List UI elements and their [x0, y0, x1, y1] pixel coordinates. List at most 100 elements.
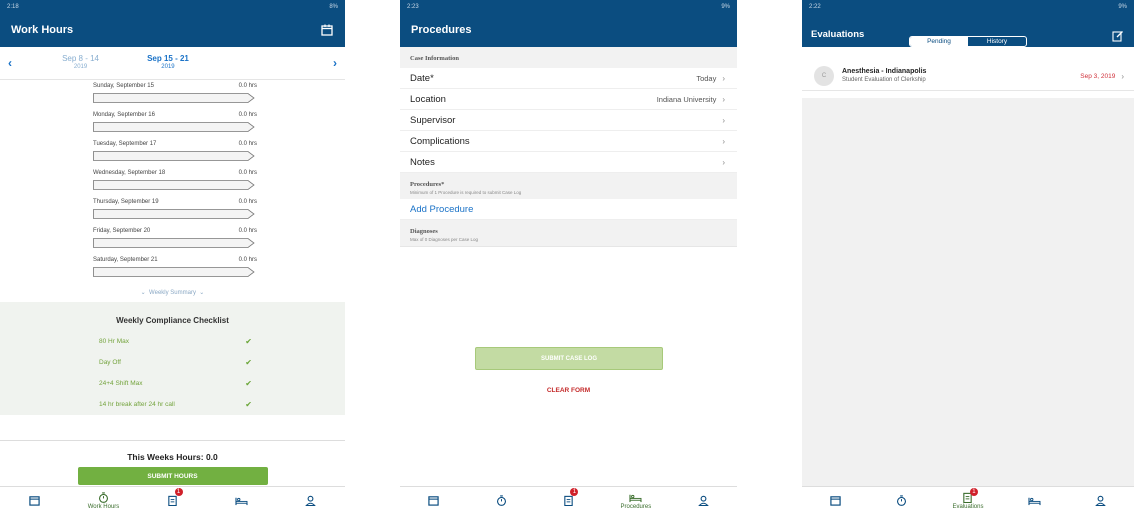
day-row[interactable]: Tuesday, September 17 0.0 hrs	[93, 138, 257, 167]
week-range: Sep 15 - 21	[147, 54, 189, 63]
status-time: 2:22	[809, 3, 821, 10]
user-icon	[1095, 495, 1107, 506]
tab-pending[interactable]: Pending	[910, 37, 968, 46]
day-hours: 0.0 hrs	[238, 83, 257, 89]
tab-evaluations[interactable]: 1 Evaluations	[948, 487, 988, 514]
day-label: Sunday, September 15	[93, 83, 154, 89]
app-header: Work Hours	[0, 13, 345, 47]
checklist-item: 14 hr break after 24 hr call ✔	[0, 394, 345, 415]
day-label: Wednesday, September 18	[93, 170, 166, 176]
hours-bar[interactable]	[93, 180, 255, 190]
section-header-procedures: Procedures* Minimum of 1 Procedure is re…	[400, 173, 737, 199]
chevron-right-icon: ›	[722, 115, 725, 125]
chevron-left-icon[interactable]: ‹	[8, 56, 12, 70]
day-list: Sunday, September 15 0.0 hrs Monday, Sept…	[0, 80, 345, 289]
day-label: Saturday, September 21	[93, 257, 158, 263]
submit-case-log-button[interactable]: SUBMIT CASE LOG	[475, 347, 663, 370]
checkmark-icon: ✔	[245, 358, 252, 367]
bed-icon	[235, 497, 248, 506]
status-bar: 2:23 9%	[400, 0, 737, 13]
notes-row[interactable]: Notes ›	[400, 152, 737, 173]
status-bar: 2:18 8%	[0, 0, 345, 13]
location-row[interactable]: Location Indiana University ›	[400, 89, 737, 110]
calendar-icon[interactable]	[320, 23, 334, 37]
tab-label: Procedures	[620, 503, 652, 510]
notification-badge: 1	[969, 487, 978, 496]
complications-row[interactable]: Complications ›	[400, 131, 737, 152]
bottom-tab-bar: Work Hours 1	[0, 486, 345, 514]
row-value: Indiana University	[656, 94, 717, 104]
status-time: 2:18	[7, 3, 19, 10]
user-icon	[697, 495, 709, 506]
hours-bar[interactable]	[93, 209, 255, 219]
hours-bar[interactable]	[93, 267, 255, 277]
calendar-icon	[830, 496, 841, 506]
tab-evaluations[interactable]: 1	[153, 487, 193, 514]
notification-badge: 1	[174, 487, 183, 496]
tab-procedures[interactable]: Procedures	[616, 488, 656, 514]
day-hours: 0.0 hrs	[238, 141, 257, 147]
hours-bar[interactable]	[93, 151, 255, 161]
day-row[interactable]: Thursday, September 19 0.0 hrs	[93, 196, 257, 225]
diagnoses-hint: Max of 0 Diagnoses per Case Log	[410, 237, 479, 242]
tab-evaluations[interactable]: 1	[548, 487, 588, 514]
chevron-right-icon: ›	[722, 94, 725, 104]
tab-history[interactable]: History	[968, 37, 1026, 46]
tab-calendar[interactable]	[414, 488, 454, 514]
hours-bar[interactable]	[93, 238, 255, 248]
date-row[interactable]: Date* Today ›	[400, 68, 737, 89]
hours-bar[interactable]	[93, 122, 255, 132]
tab-label: Work Hours	[87, 503, 120, 510]
tab-profile[interactable]	[291, 488, 331, 514]
avatar: C	[814, 66, 834, 86]
empty-list-area	[802, 98, 1134, 486]
tab-profile[interactable]	[1081, 488, 1121, 514]
tab-calendar[interactable]	[15, 488, 55, 514]
row-label: Complications	[410, 135, 470, 147]
previous-week[interactable]: Sep 8 - 14 2019	[62, 54, 99, 72]
this-weeks-hours: This Weeks Hours: 0.0	[127, 452, 218, 462]
work-hours-screen: 2:18 8% Work Hours ‹ Sep 8 - 14 2019 Sep…	[0, 0, 345, 514]
tab-work-hours[interactable]: Work Hours	[84, 488, 124, 514]
day-row[interactable]: Friday, September 20 0.0 hrs	[93, 225, 257, 254]
row-label: Location	[410, 93, 446, 105]
chevron-right-icon[interactable]: ›	[333, 56, 337, 70]
tab-calendar[interactable]	[815, 488, 855, 514]
diagnoses-heading: Diagnoses	[410, 228, 438, 235]
weekly-summary-label: Weekly Summary	[149, 290, 196, 296]
compose-icon[interactable]	[1112, 29, 1124, 42]
battery-text: 9%	[721, 3, 730, 10]
day-label: Thursday, September 19	[93, 199, 159, 205]
stopwatch-icon	[99, 491, 108, 503]
evaluation-item[interactable]: C Anesthesia - Indianapolis Student Eval…	[802, 62, 1134, 91]
clear-form-button[interactable]: CLEAR FORM	[400, 387, 737, 394]
hours-bar[interactable]	[93, 93, 255, 103]
supervisor-row[interactable]: Supervisor ›	[400, 110, 737, 131]
current-week[interactable]: Sep 15 - 21 2019	[147, 54, 189, 72]
day-row[interactable]: Wednesday, September 18 0.0 hrs	[93, 167, 257, 196]
day-row[interactable]: Saturday, September 21 0.0 hrs	[93, 254, 257, 283]
section-header-diagnoses: Diagnoses Max of 0 Diagnoses per Case Lo…	[400, 220, 737, 246]
add-procedure-link[interactable]: Add Procedure	[400, 199, 737, 220]
day-hours: 0.0 hrs	[238, 199, 257, 205]
week-range: Sep 8 - 14	[62, 54, 99, 63]
checkmark-icon: ✔	[245, 400, 252, 409]
tab-procedures[interactable]	[1014, 488, 1054, 514]
tab-work-hours[interactable]	[481, 488, 521, 514]
weekly-summary-toggle[interactable]: ⌄ Weekly Summary ⌄	[0, 289, 345, 302]
week-year: 2019	[161, 64, 175, 70]
tab-work-hours[interactable]	[882, 488, 922, 514]
checklist-item: Day Off ✔	[0, 352, 345, 373]
day-row[interactable]: Monday, September 16 0.0 hrs	[93, 109, 257, 138]
chevron-right-icon: ›	[722, 73, 725, 83]
day-row[interactable]: Sunday, September 15 0.0 hrs	[93, 80, 257, 109]
evaluation-date: Sep 3, 2019	[1080, 72, 1116, 80]
calendar-icon	[29, 496, 40, 506]
tab-profile[interactable]	[683, 488, 723, 514]
chevron-down-icon: ⌄	[140, 290, 146, 296]
procedures-screen: 2:23 9% Procedures Case Information Date…	[400, 0, 737, 514]
clipboard-icon	[168, 495, 177, 506]
battery-text: 8%	[329, 3, 338, 10]
tab-procedures[interactable]	[222, 488, 262, 514]
submit-hours-button[interactable]: SUBMIT HOURS	[77, 467, 268, 485]
